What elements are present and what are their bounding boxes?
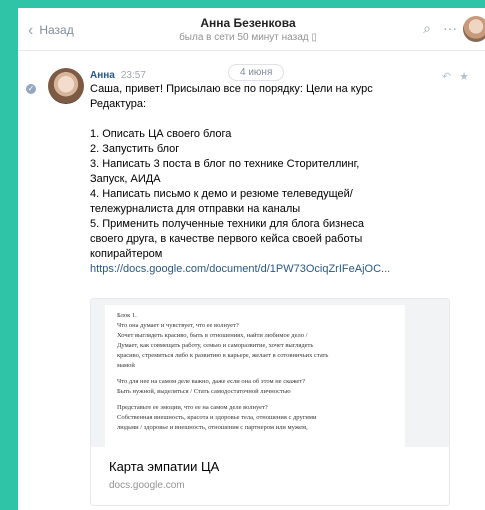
preview-line: Быть нужной, выделяться / Стать самодост… xyxy=(117,388,291,395)
chat-window: ‹ Назад Анна Безенкова была в сети 50 мин… xyxy=(18,8,485,510)
message-line: Запуск, АИДА xyxy=(90,173,161,185)
preview-line: Хочет выглядеть красиво, быть в отношени… xyxy=(117,332,308,339)
date-pill: 4 июня xyxy=(228,64,285,81)
back-label: Назад xyxy=(39,23,74,37)
message-time[interactable]: 23:57 xyxy=(121,70,146,81)
header-icons: ⌕ ··· xyxy=(411,20,457,37)
phone-icon: ▯ xyxy=(311,32,317,43)
author-name[interactable]: Анна xyxy=(90,70,115,81)
message-line: тележурналиста для отправки на каналы xyxy=(90,203,301,215)
chevron-left-icon: ‹ xyxy=(28,22,34,39)
preview-line: мамой xyxy=(117,362,135,369)
attachment-domain: docs.google.com xyxy=(109,480,185,491)
chat-header: ‹ Назад Анна Безенкова была в сети 50 мин… xyxy=(18,8,485,51)
message-header: Анна 23:57 xyxy=(90,70,146,81)
message-line: 3. Написать 3 поста в блог по технике Ст… xyxy=(90,158,360,170)
message-line: Саша, привет! Присылаю все по порядку: Ц… xyxy=(90,83,373,95)
message-line: Редактура: xyxy=(90,98,147,110)
message-line: 4. Написать письмо к демо и резюме телев… xyxy=(90,188,353,200)
message-line: 2. Запустить блог xyxy=(90,143,180,155)
more-icon[interactable]: ··· xyxy=(443,20,457,36)
search-icon[interactable]: ⌕ xyxy=(423,20,431,36)
star-icon[interactable]: ★ xyxy=(459,71,469,83)
message-gap xyxy=(90,112,435,127)
link-preview-card[interactable]: Блок 1. Что она думает и чувствует, что … xyxy=(90,298,450,506)
preview-line: красиво, стремиться либо к развитию в ка… xyxy=(117,352,329,359)
preview-line: Собственная внешность, красота и здоровь… xyxy=(117,414,317,421)
preview-line: Представьте ее эмоции, что ее на самом д… xyxy=(117,404,268,411)
message-line: 5. Применить полученные техники для блог… xyxy=(90,218,365,230)
status-text: была в сети 50 минут назад xyxy=(179,32,309,43)
message-text: Саша, привет! Присылаю все по порядку: Ц… xyxy=(90,82,435,277)
contact-name[interactable]: Анна Безенкова xyxy=(148,16,348,30)
back-button[interactable]: ‹ Назад xyxy=(28,22,74,40)
preview-line: Думает, как совмещать работу, семью и са… xyxy=(117,342,314,349)
preview-line: Что для нее на самом деле важно, даже ес… xyxy=(117,378,306,385)
contact-avatar[interactable] xyxy=(463,16,485,42)
avatar[interactable] xyxy=(48,68,84,104)
preview-line: Что она думает и чувствует, что ее волну… xyxy=(117,322,239,329)
message-line: 1. Описать ЦА своего блога xyxy=(90,128,232,140)
document-link[interactable]: https://docs.google.com/document/d/1PW73… xyxy=(90,262,425,277)
contact-status: была в сети 50 минут назад ▯ xyxy=(128,32,368,43)
document-page: Блок 1. Что она думает и чувствует, что … xyxy=(105,305,405,447)
preview-line: Блок 1. xyxy=(117,312,137,319)
message-line: своего друга, в качестве первого кейса с… xyxy=(90,233,363,245)
message-line: копирайтером xyxy=(90,248,163,260)
check-icon[interactable]: ✓ xyxy=(26,84,36,94)
document-preview[interactable]: Блок 1. Что она думает и чувствует, что … xyxy=(91,299,449,447)
preview-line: людьми / здоровье и внешность, отношения… xyxy=(117,424,308,431)
reply-icon[interactable]: ↶ xyxy=(442,71,451,83)
message-actions: ↶ ★ xyxy=(434,70,469,83)
attachment-title[interactable]: Карта эмпатии ЦА xyxy=(109,459,219,474)
